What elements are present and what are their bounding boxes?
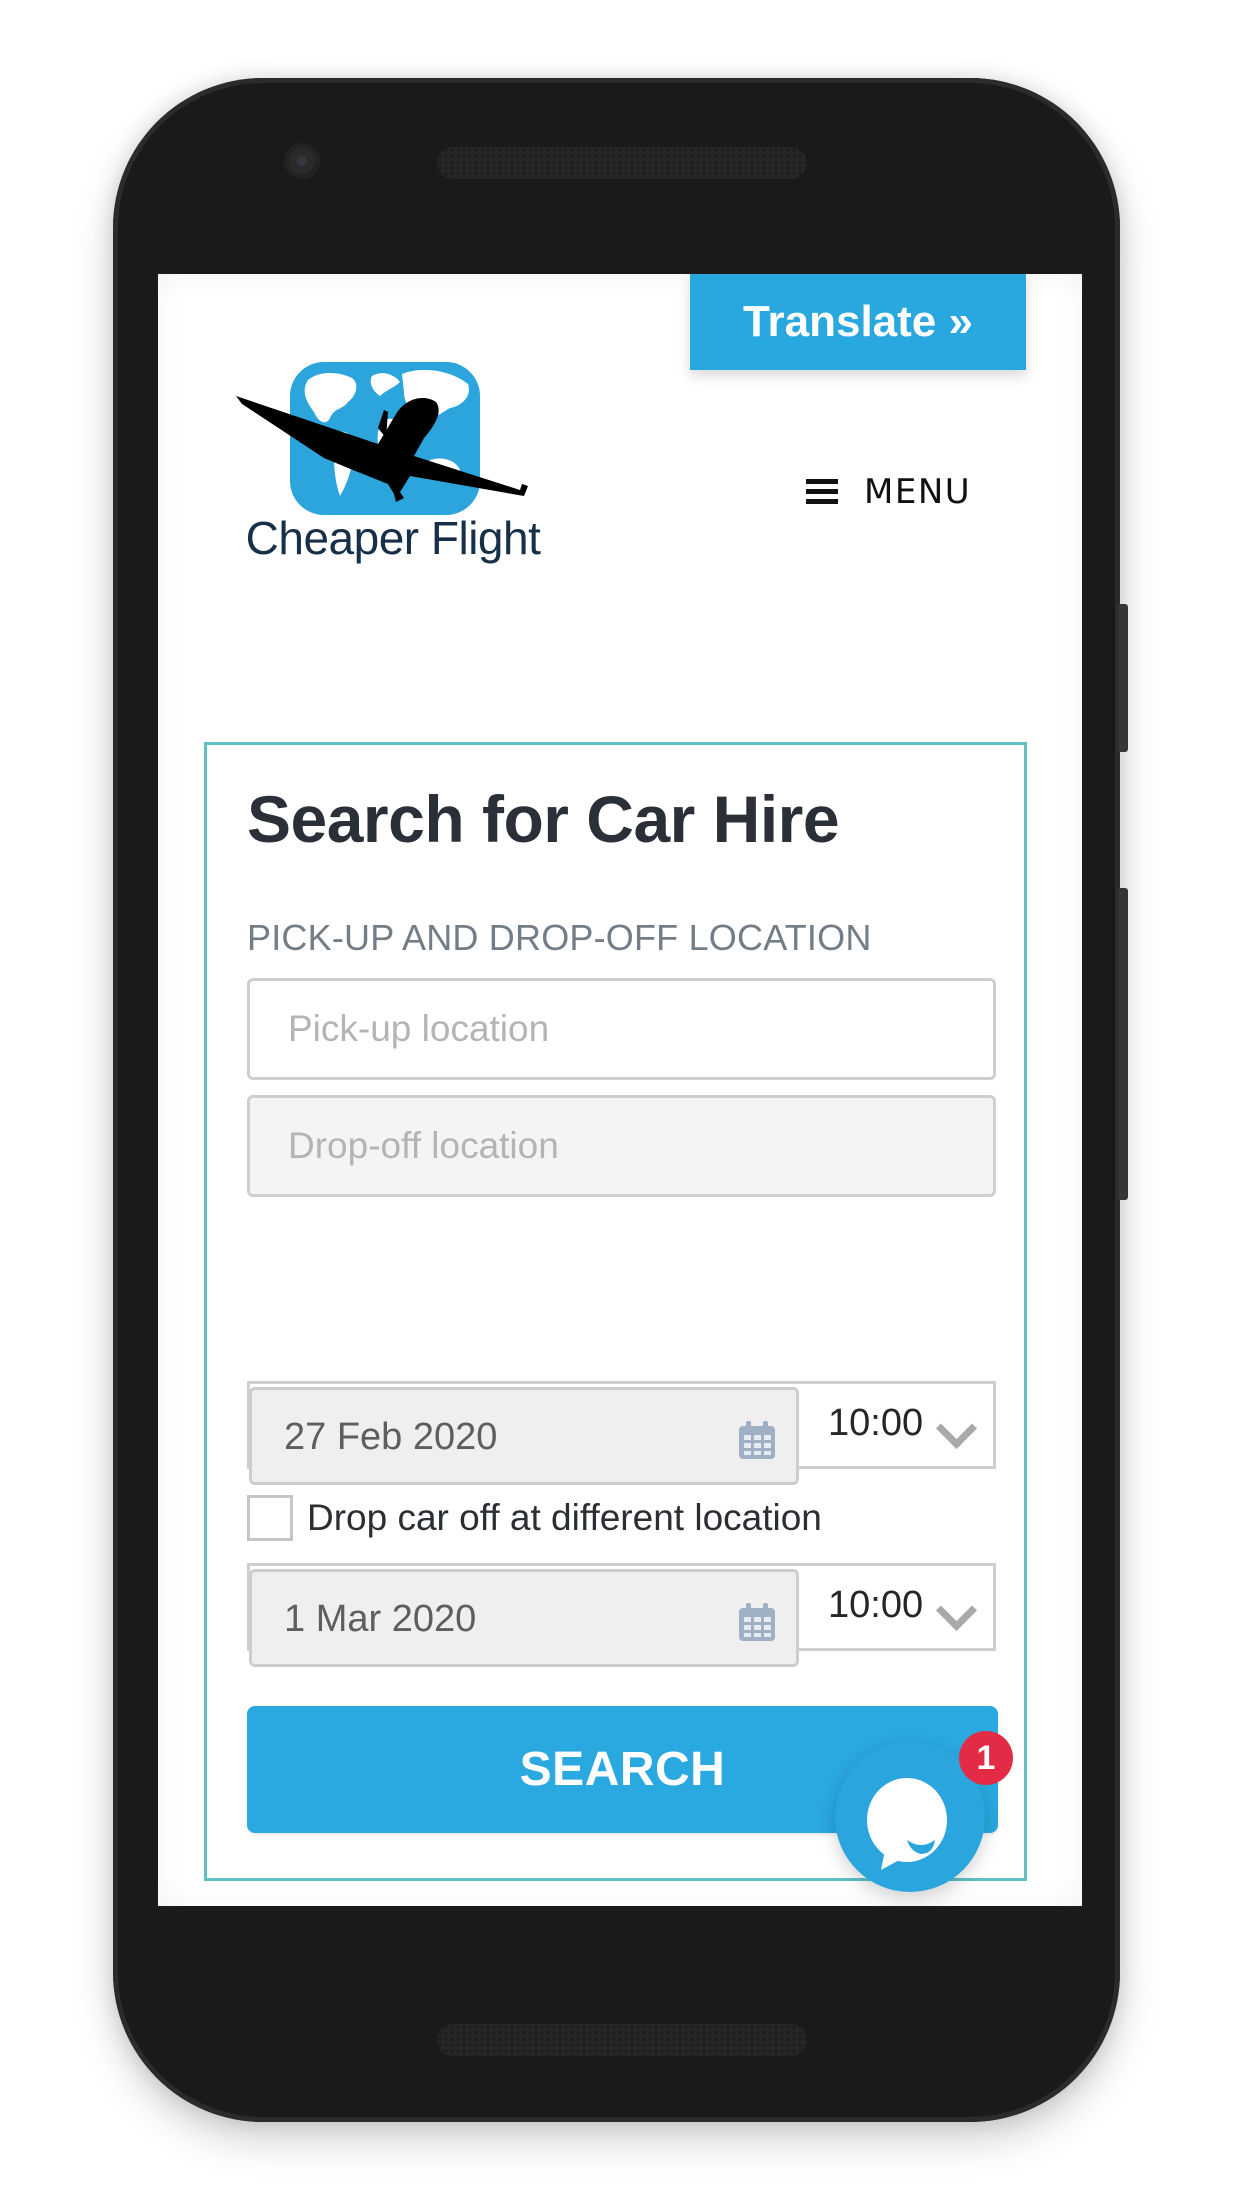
logo-text: Cheaper Flight <box>245 512 541 564</box>
volume-button <box>1118 888 1128 1200</box>
different-location-option[interactable]: Drop car off at different location <box>247 1495 822 1541</box>
dropoff-time-value: 10:00 <box>828 1584 924 1626</box>
chevron-down-icon <box>935 1589 978 1632</box>
power-button <box>1118 604 1128 752</box>
airplane-icon <box>236 396 528 502</box>
pickup-date-value: 27 Feb 2020 <box>284 1416 498 1458</box>
pickup-date-input[interactable]: 27 Feb 2020 <box>249 1387 799 1485</box>
different-location-label: Drop car off at different location <box>307 1497 822 1538</box>
menu-label: MENU <box>864 472 972 512</box>
dropoff-date-value: 1 Mar 2020 <box>284 1598 477 1640</box>
translate-button[interactable]: Translate » <box>690 274 1026 370</box>
chevron-down-icon <box>935 1407 978 1450</box>
hamburger-icon <box>806 479 838 505</box>
pickup-date-row: 10:00 27 Feb 2020 <box>247 1381 996 1485</box>
bottom-speaker <box>437 2024 807 2056</box>
menu-button[interactable]: MENU <box>806 470 971 514</box>
screen: Translate » Cheaper Flight MENU Search f… <box>158 274 1082 1906</box>
car-hire-search-form: Search for Car Hire PICK-UP AND DROP-OFF… <box>204 742 1027 1881</box>
pickup-time-value: 10:00 <box>828 1402 924 1444</box>
site-logo[interactable]: Cheaper Flight <box>228 358 558 583</box>
front-camera <box>284 143 320 179</box>
form-title: Search for Car Hire <box>247 782 840 856</box>
dropoff-date-row: 10:00 1 Mar 2020 <box>247 1563 996 1667</box>
calendar-icon <box>739 1603 775 1641</box>
chat-unread-badge: 1 <box>959 1731 1013 1785</box>
earpiece-speaker <box>437 147 807 179</box>
different-location-checkbox[interactable] <box>247 1495 293 1541</box>
translate-label: Translate » <box>743 297 973 346</box>
dropoff-location-input[interactable] <box>247 1095 996 1197</box>
location-label: PICK-UP AND DROP-OFF LOCATION <box>247 917 872 958</box>
dropoff-date-input[interactable]: 1 Mar 2020 <box>249 1569 799 1667</box>
calendar-icon <box>739 1421 775 1459</box>
pickup-location-input[interactable] <box>247 978 996 1080</box>
